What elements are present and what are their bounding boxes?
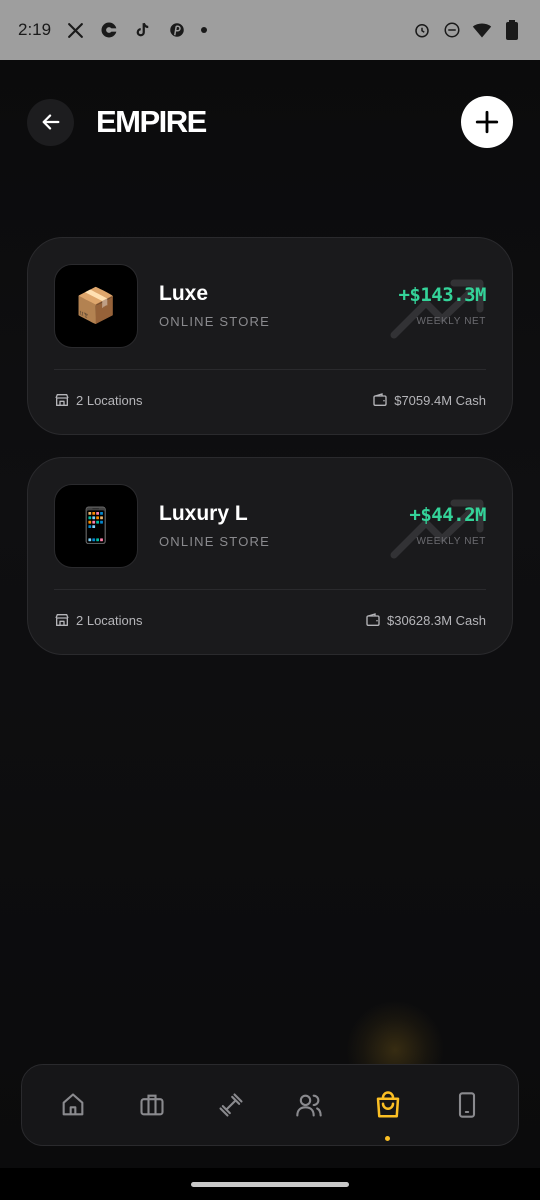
- store-card[interactable]: 📱 Luxury L ONLINE STORE +$44.2M WEEKLY N…: [27, 457, 513, 655]
- store-type: ONLINE STORE: [159, 314, 270, 329]
- x-icon: [65, 20, 85, 40]
- nav-home[interactable]: [49, 1081, 97, 1129]
- home-icon: [62, 1093, 84, 1116]
- wallet-icon: [373, 393, 387, 406]
- locations-count: 2 Locations: [76, 392, 143, 408]
- weekly-net-value: +$44.2M: [409, 504, 486, 526]
- nav-phone[interactable]: [443, 1081, 491, 1129]
- dumbbell-icon: [219, 1093, 243, 1117]
- page-title: EMPIRE: [96, 104, 207, 139]
- store-name: Luxury L: [159, 502, 248, 525]
- bottom-nav: [21, 1064, 519, 1146]
- users-icon: [296, 1094, 323, 1117]
- header: EMPIRE: [27, 96, 513, 148]
- nav-business[interactable]: [128, 1081, 176, 1129]
- do-not-disturb-icon: [442, 20, 462, 40]
- store-icon: [55, 614, 69, 626]
- locations-count: 2 Locations: [76, 612, 143, 628]
- cash-amount: $7059.4M Cash: [394, 392, 486, 408]
- arrow-left-icon: [42, 114, 59, 130]
- weekly-net-label: WEEKLY NET: [416, 316, 486, 327]
- gesture-bar: [0, 1168, 540, 1200]
- package-icon: 📦: [54, 264, 138, 348]
- divider: [54, 369, 486, 370]
- locations-info: 2 Locations: [54, 612, 143, 628]
- cash-info: $7059.4M Cash: [372, 392, 486, 408]
- alarm-icon: [412, 20, 432, 40]
- battery-icon: [502, 20, 522, 40]
- threads-icon: [99, 20, 119, 40]
- store-name: Luxe: [159, 282, 209, 305]
- nav-people[interactable]: [285, 1081, 333, 1129]
- plus-icon: [475, 110, 499, 134]
- back-button[interactable]: [27, 98, 74, 146]
- status-bar: 2:19: [0, 0, 540, 60]
- active-indicator: [385, 1136, 391, 1141]
- cash-amount: $30628.3M Cash: [386, 612, 486, 628]
- cash-info: $30628.3M Cash: [365, 612, 486, 628]
- wifi-icon: [472, 20, 492, 40]
- home-indicator[interactable]: [191, 1182, 349, 1187]
- briefcase-icon: [140, 1094, 164, 1116]
- status-time: 2:19: [18, 20, 52, 39]
- divider: [54, 589, 486, 590]
- wallet-icon: [366, 613, 380, 626]
- nav-shop[interactable]: [364, 1081, 412, 1141]
- store-icon: [55, 394, 69, 406]
- notification-dot-icon: [201, 27, 208, 33]
- store-card[interactable]: 📦 Luxe ONLINE STORE +$143.3M WEEKLY NET …: [27, 237, 513, 435]
- phone-icon: 📱: [54, 484, 138, 568]
- tiktok-icon: [133, 20, 153, 40]
- tablet-icon: [458, 1092, 475, 1118]
- weekly-net-label: WEEKLY NET: [416, 536, 486, 547]
- add-store-button[interactable]: [461, 96, 513, 148]
- nav-gym[interactable]: [207, 1081, 255, 1129]
- store-type: ONLINE STORE: [159, 534, 270, 549]
- pinterest-icon: [167, 20, 187, 40]
- shopping-bag-icon: [376, 1091, 400, 1118]
- locations-info: 2 Locations: [54, 392, 143, 408]
- weekly-net-value: +$143.3M: [398, 284, 486, 306]
